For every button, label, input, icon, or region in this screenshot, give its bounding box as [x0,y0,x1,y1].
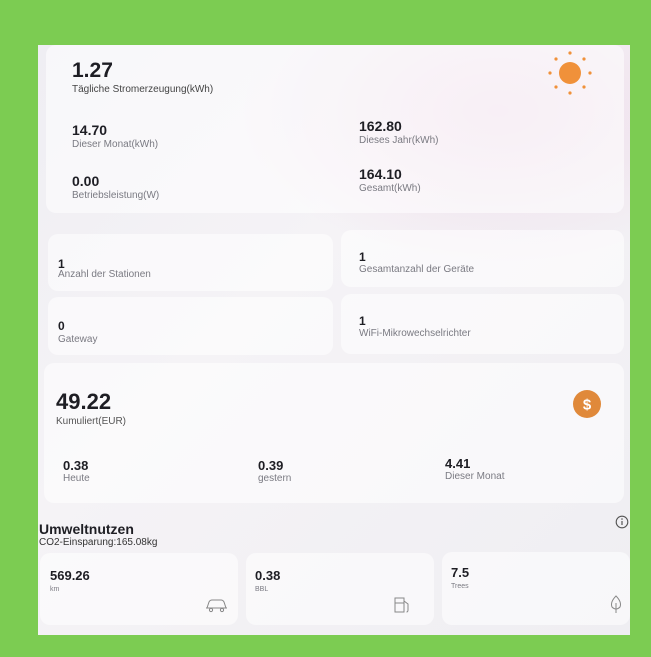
distance-unit: km [50,586,60,593]
production-card[interactable]: 1.27 Tägliche Stromerzeugung(kWh) 14.70 … [46,45,624,213]
daily-production-label: Tägliche Stromerzeugung(kWh) [72,84,214,95]
oil-value: 0.38 [255,568,281,583]
info-icon[interactable] [615,515,629,529]
distance-card[interactable]: 569.26 km [40,553,238,625]
oil-unit: BBL [255,586,269,593]
app-screen: 1.27 Tägliche Stromerzeugung(kWh) 14.70 … [38,45,630,635]
microinverter-card[interactable]: 1 WiFi-Mikrowechselrichter [341,294,624,354]
trees-card[interactable]: 7.5 Trees [442,552,630,625]
earnings-today-value: 0.38 [63,458,89,473]
earnings-card[interactable]: 49.22 Kumuliert(EUR) $ 0.38 Heute 0.39 g… [44,363,624,503]
total-production-value: 164.10 [359,166,402,182]
devices-count-card[interactable]: 1 Gesamtanzahl der Geräte [341,230,624,287]
operating-power-label: Betriebsleistung(W) [72,190,160,201]
car-icon [206,599,227,613]
gateway-count-value: 0 [58,319,65,333]
devices-count-label: Gesamtanzahl der Geräte [359,264,475,275]
stations-count-label: Anzahl der Stationen [58,269,151,280]
trees-value: 7.5 [451,565,470,580]
fuel-icon [394,597,409,613]
daily-production-value: 1.27 [72,59,113,82]
gateway-card[interactable]: 0 Gateway [48,297,333,355]
year-production-label: Dieses Jahr(kWh) [359,135,439,146]
year-production-value: 162.80 [359,118,402,134]
svg-text:$: $ [583,397,592,414]
operating-power-value: 0.00 [72,173,100,189]
stations-count-card[interactable]: 1 Anzahl der Stationen [48,234,333,291]
total-production-label: Gesamt(kWh) [359,183,421,194]
devices-count-value: 1 [359,250,366,264]
earnings-today-label: Heute [63,473,90,484]
trees-unit: Trees [451,583,469,590]
environment-title: Umweltnutzen [39,521,134,537]
microinverter-count-value: 1 [359,314,366,328]
cumulative-earnings-label: Kumuliert(EUR) [56,416,127,427]
earnings-yesterday-value: 0.39 [258,458,284,473]
sun-icon [548,51,592,95]
month-production-label: Dieser Monat(kWh) [72,139,159,150]
tree-icon [611,595,621,613]
earnings-yesterday-label: gestern [258,473,292,484]
microinverter-count-label: WiFi-Mikrowechselrichter [359,328,471,339]
coin-icon: $ [573,390,601,418]
distance-value: 569.26 [50,568,90,583]
month-production-value: 14.70 [72,122,108,138]
oil-card[interactable]: 0.38 BBL [246,553,434,625]
co2-saving-text: CO2-Einsparung:165.08kg [39,537,158,548]
cumulative-earnings-value: 49.22 [56,389,112,414]
earnings-month-value: 4.41 [445,456,471,471]
gateway-count-label: Gateway [58,334,98,345]
earnings-month-label: Dieser Monat [445,471,505,482]
